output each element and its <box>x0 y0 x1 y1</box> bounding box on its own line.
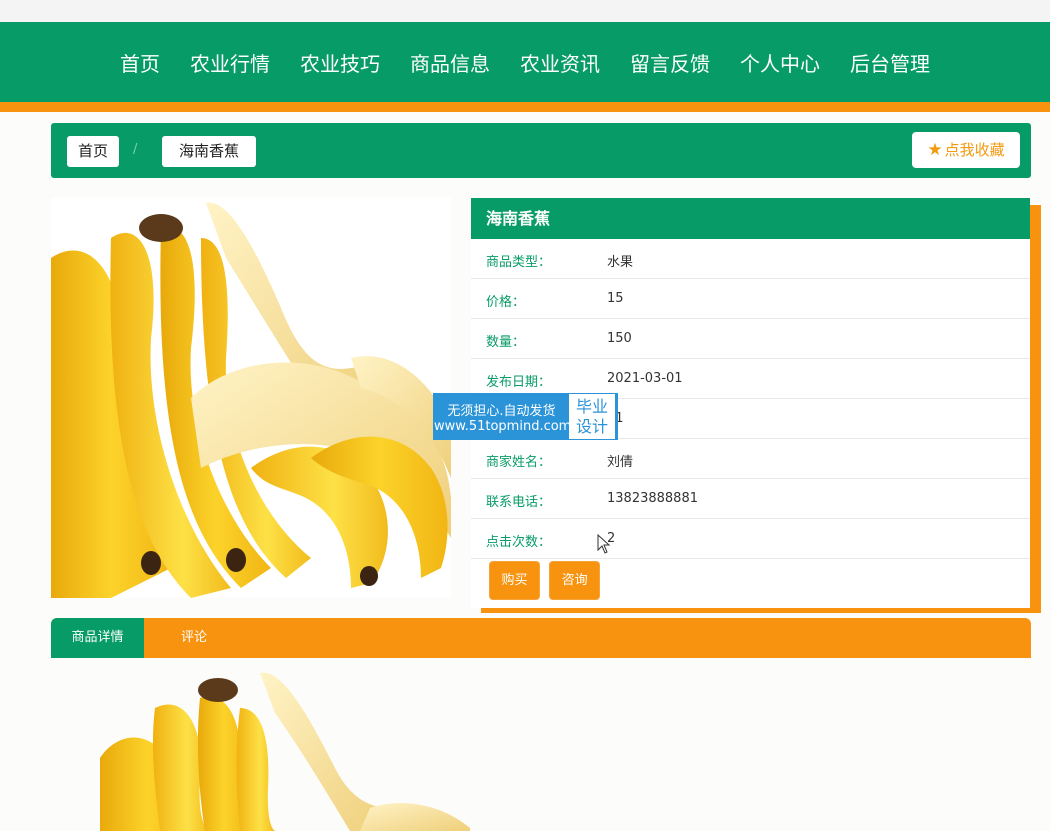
consult-button[interactable]: 咨询 <box>550 562 600 599</box>
info-row-category: 商品类型： 水果 <box>471 239 1030 279</box>
top-strip <box>0 0 1050 22</box>
info-value: 150 <box>607 331 632 346</box>
mouse-cursor-icon <box>597 534 611 554</box>
watermark-text: 无须担心.自动发货 www.51topmind.com <box>434 394 572 439</box>
watermark-tag: 毕业 设计 <box>569 394 615 439</box>
nav-item-products[interactable]: 商品信息 <box>410 48 490 77</box>
info-row-merchant: 商家姓名： 刘倩 <box>471 439 1030 479</box>
info-label: 点击次数： <box>486 535 552 550</box>
info-label: 联系电话： <box>486 495 552 510</box>
info-label: 商家姓名： <box>486 455 552 470</box>
product-title: 海南香蕉 <box>471 198 1030 239</box>
breadcrumb: 首页 / 海南香蕉 ★ 点我收藏 <box>51 123 1031 178</box>
favorite-button-label: 点我收藏 <box>944 141 1005 159</box>
star-icon: ★ <box>927 140 943 160</box>
info-value: 15 <box>607 291 624 306</box>
watermark-line2: www.51topmind.com <box>434 418 572 434</box>
product-image <box>51 198 451 598</box>
info-label: 商品类型： <box>486 255 552 270</box>
nav-item-home[interactable]: 首页 <box>120 48 160 77</box>
tab-comments[interactable]: 评论 <box>164 618 224 658</box>
banana-detail-illustration <box>100 672 470 831</box>
watermark-tag-line1: 毕业 <box>575 396 608 416</box>
info-row-quantity: 数量： 150 <box>471 319 1030 359</box>
nav-item-tips[interactable]: 农业技巧 <box>300 48 380 77</box>
nav-item-market[interactable]: 农业行情 <box>190 48 270 77</box>
info-label: 数量： <box>486 335 526 350</box>
detail-tabs: 商品详情 评论 <box>51 618 1031 658</box>
nav-item-feedback[interactable]: 留言反馈 <box>630 48 710 77</box>
info-row-price: 价格： 15 <box>471 279 1030 319</box>
breadcrumb-current: 海南香蕉 <box>162 136 256 167</box>
info-label: 价格： <box>486 295 526 310</box>
watermark-badge: 无须担心.自动发货 www.51topmind.com 毕业 设计 <box>433 393 618 440</box>
nav-item-news[interactable]: 农业资讯 <box>520 48 600 77</box>
action-buttons: 购买 咨询 <box>490 562 605 599</box>
info-row-clicks: 点击次数： 2 <box>471 519 1030 559</box>
nav-item-profile[interactable]: 个人中心 <box>740 48 820 77</box>
info-label: 发布日期： <box>486 375 552 390</box>
favorite-button[interactable]: ★ 点我收藏 <box>912 132 1020 168</box>
info-value: 刘倩 <box>607 455 634 470</box>
tab-product-detail[interactable]: 商品详情 <box>51 618 144 658</box>
detail-image <box>100 668 480 831</box>
breadcrumb-separator: / <box>133 142 138 157</box>
watermark-line1: 无须担心.自动发货 <box>447 403 556 419</box>
main-nav: 首页 农业行情 农业技巧 商品信息 农业资讯 留言反馈 个人中心 后台管理 <box>0 22 1050 102</box>
watermark-tag-line2: 设计 <box>575 416 608 436</box>
info-value: 水果 <box>607 255 634 270</box>
breadcrumb-home[interactable]: 首页 <box>67 136 119 167</box>
nav-item-admin[interactable]: 后台管理 <box>850 48 930 77</box>
info-row-phone: 联系电话： 13823888881 <box>471 479 1030 519</box>
buy-button[interactable]: 购买 <box>490 562 539 599</box>
info-value: 13823888881 <box>607 491 698 506</box>
info-value: 2021-03-01 <box>607 371 683 386</box>
banana-illustration <box>51 202 451 598</box>
nav-underline <box>0 102 1050 112</box>
